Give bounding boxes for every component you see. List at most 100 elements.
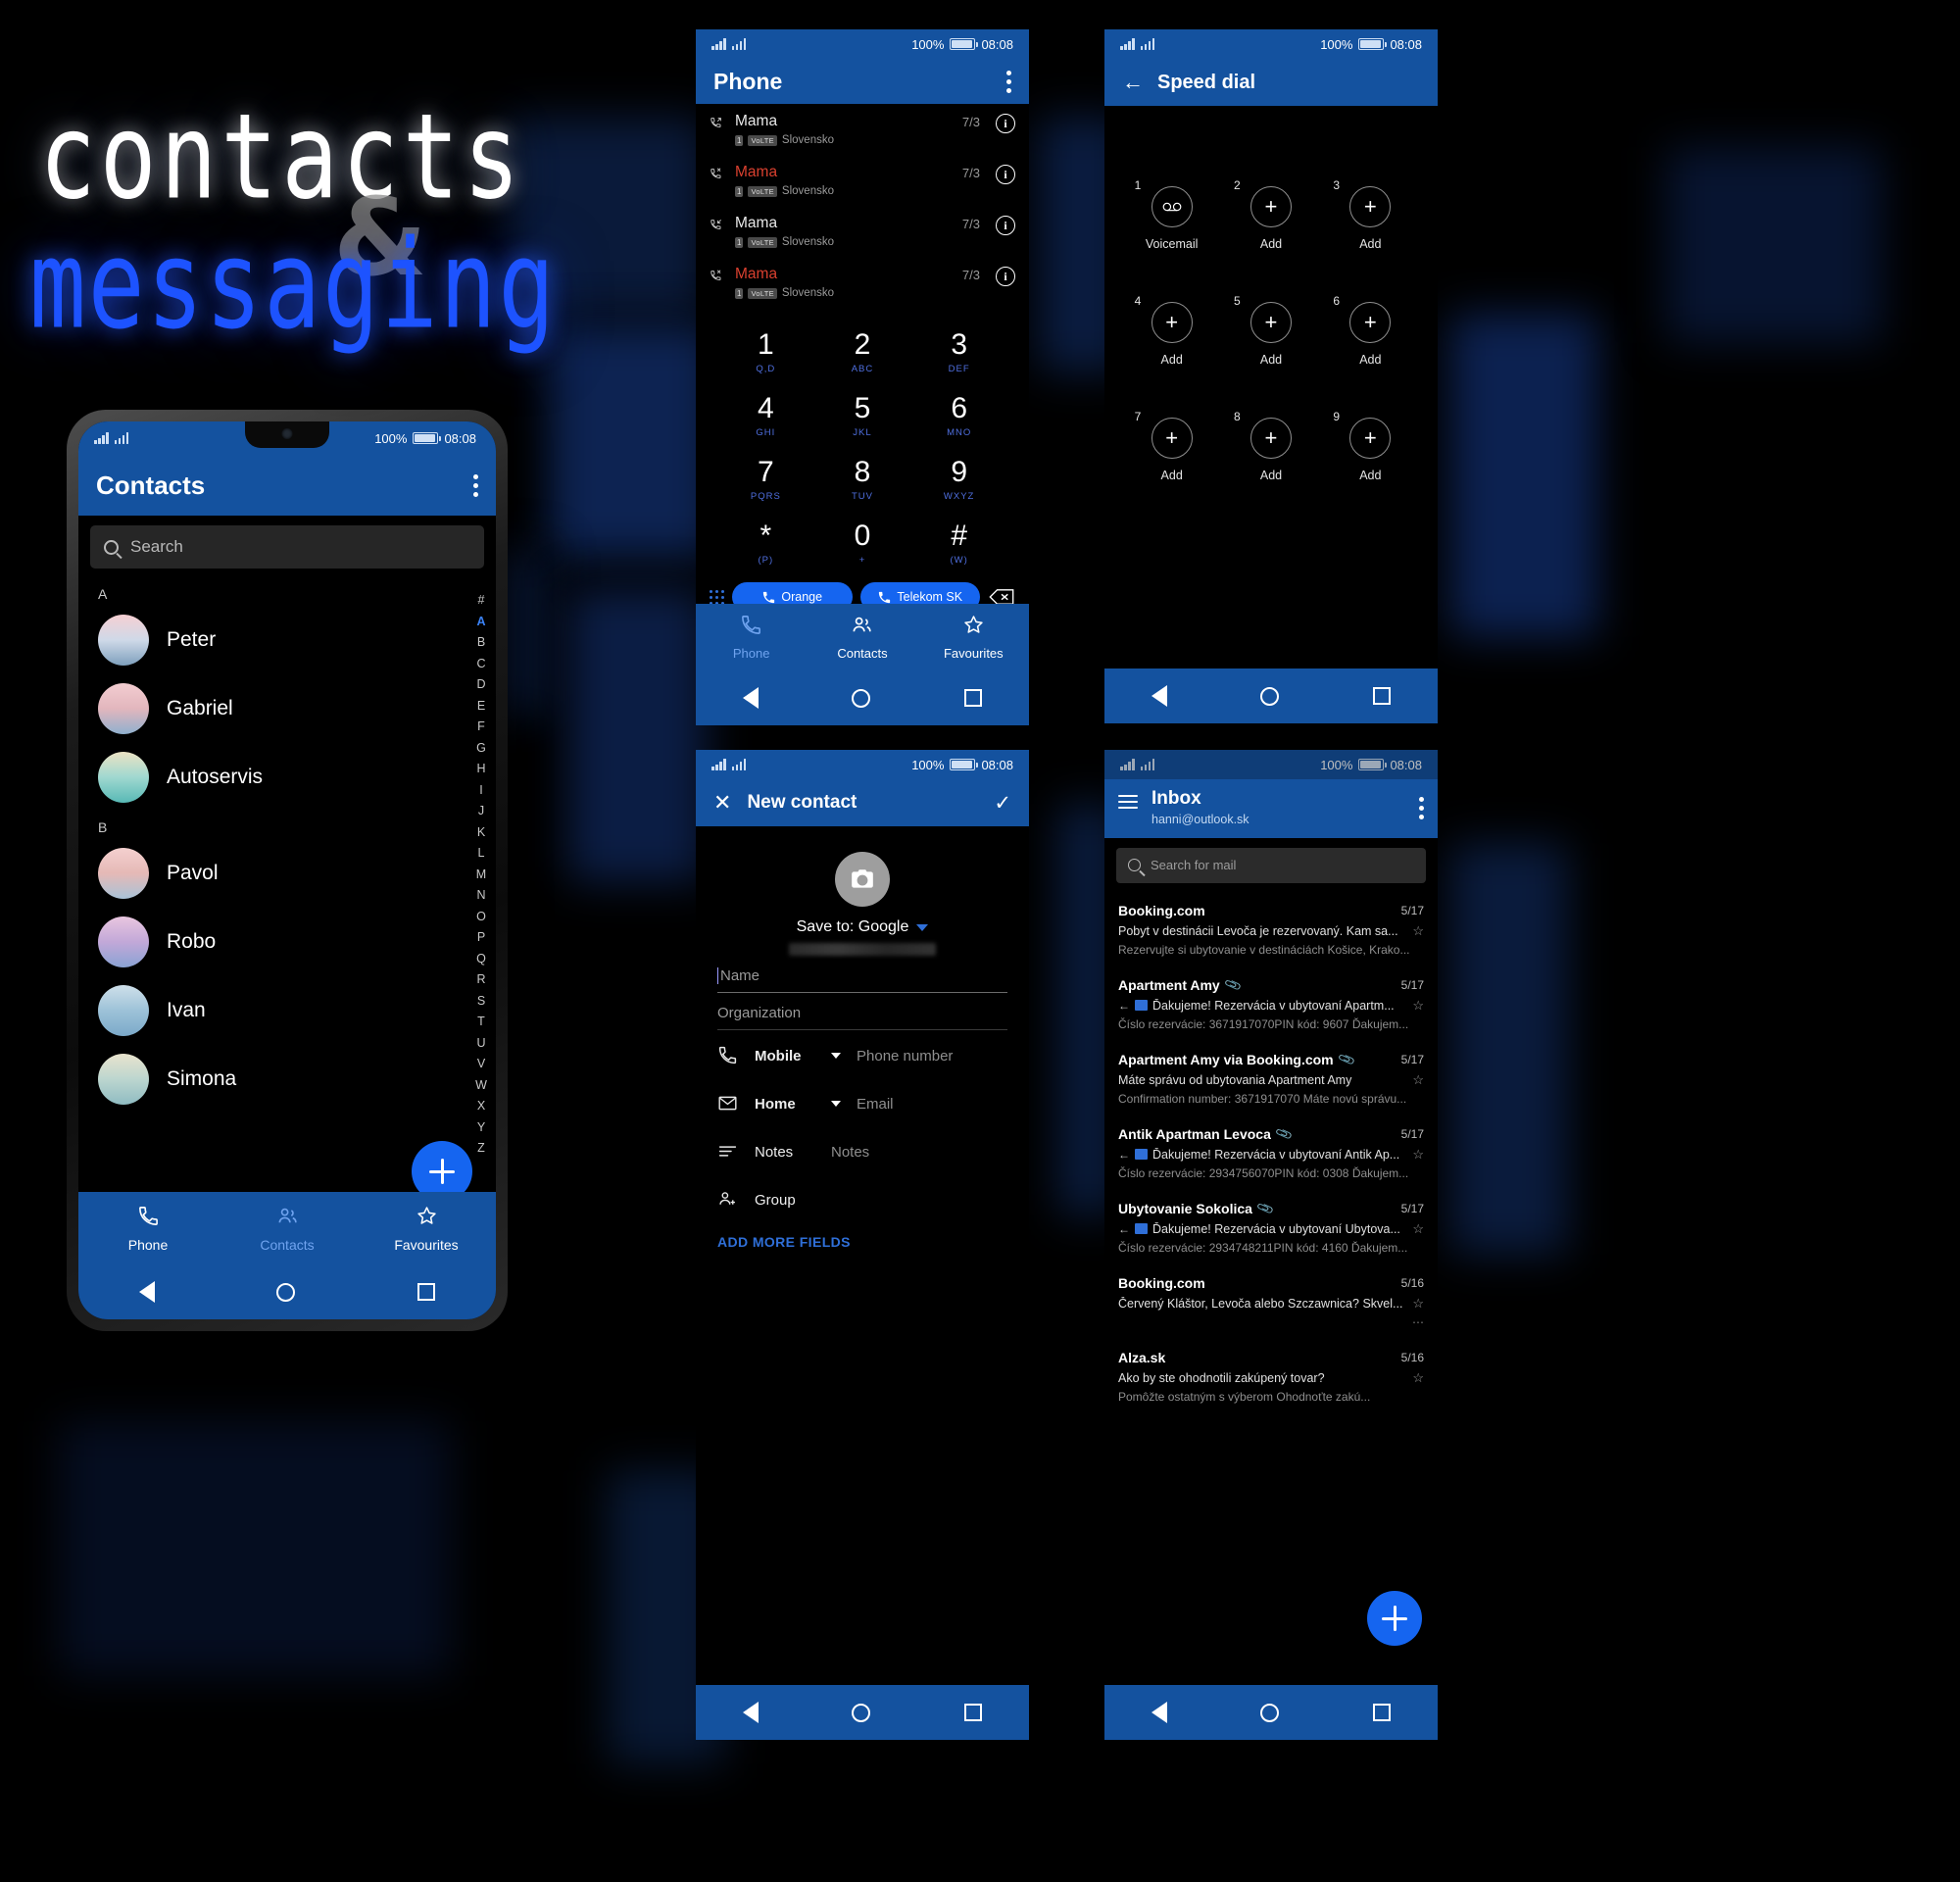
system-navigation-bar[interactable] [1104,1685,1438,1740]
plus-icon[interactable]: + [1349,186,1392,227]
alpha-index-C[interactable]: C [476,654,485,675]
plus-icon[interactable]: + [1151,418,1193,459]
system-navigation-bar[interactable] [1104,669,1438,723]
tab-phone[interactable]: Phone [78,1205,218,1253]
alpha-index-X[interactable]: X [477,1096,485,1117]
alpha-index-G[interactable]: G [476,738,486,760]
alpha-index-M[interactable]: M [476,865,486,886]
call-details-icon[interactable]: i [996,114,1015,133]
mail-search-input[interactable]: Search for mail [1116,847,1426,883]
contact-list-item[interactable]: Gabriel [78,674,496,743]
dial-key-8[interactable]: 8 TUV [814,447,911,511]
dial-key-9[interactable]: 9 WXYZ [910,447,1007,511]
star-icon[interactable]: ☆ [1412,998,1424,1014]
tab-contacts[interactable]: Contacts [807,614,917,661]
field-type-label[interactable]: Notes [755,1144,815,1161]
field-placeholder[interactable]: Notes [831,1144,869,1161]
plus-icon[interactable]: + [1250,186,1292,227]
tab-phone[interactable]: Phone [696,614,807,661]
call-log-item[interactable]: Mama 1 VoLTE Slovensko 7/3 i [696,155,1029,206]
call-details-icon[interactable]: i [996,267,1015,286]
speed-dial-slot-9[interactable]: 9 + Add [1321,410,1420,482]
compose-mail-fab[interactable] [1367,1591,1422,1646]
speed-dial-slot-3[interactable]: 3 + Add [1321,178,1420,251]
contact-list-item[interactable]: Robo [78,908,496,976]
mail-list-item[interactable]: Antik Apartman Levoca 📎 5/17 ← Ďakujeme! Rez… [1104,1116,1438,1191]
nav-home-icon[interactable] [276,1282,296,1302]
mail-list-item[interactable]: Booking.com 5/17 Pobyt v destinácii Levoča… [1104,893,1438,967]
nav-home-icon[interactable] [852,688,871,708]
star-icon[interactable]: ☆ [1412,923,1424,939]
system-navigation-bar[interactable] [696,670,1029,725]
search-input[interactable]: Search [90,525,484,569]
alpha-index-F[interactable]: F [477,717,485,738]
alpha-index-Z[interactable]: Z [477,1138,485,1160]
alpha-index-R[interactable]: R [476,969,485,991]
dial-key-#[interactable]: # (W) [910,511,1007,574]
alpha-index-Q[interactable]: Q [476,949,486,970]
speed-dial-grid[interactable]: 1 Voicemail 2 + Add 3 + Add 4 + Add 5 + Add 6 + Add 7 + Add… [1104,106,1438,482]
star-icon[interactable]: ☆ [1412,1072,1424,1088]
plus-icon[interactable]: + [1349,302,1392,343]
name-field[interactable]: Name [717,956,1007,993]
alpha-index-T[interactable]: T [477,1012,485,1033]
voicemail-icon[interactable] [1151,186,1193,227]
dial-key-5[interactable]: 5 JKL [814,383,911,447]
nav-recents-icon[interactable] [964,1704,983,1721]
nav-back-icon[interactable] [1151,685,1167,707]
alphabet-index[interactable]: # A B C D E F G H I J K L M N O P Q R S T U V W X Y Z [470,590,492,1160]
alpha-index-K[interactable]: K [477,822,485,844]
plus-icon[interactable]: + [1250,302,1292,343]
dialpad[interactable]: 1 Q,D 2 ABC 3 DEF 4 GHI 5 JKL 6 MNO 7 PQRS 8 TUV 9 WXYZ * (… [696,308,1029,578]
save-check-icon[interactable]: ✓ [994,791,1011,816]
speed-dial-slot-6[interactable]: 6 + Add [1321,294,1420,367]
field-type-label[interactable]: Mobile [755,1048,815,1065]
nav-recents-icon[interactable] [1373,687,1392,705]
contact-photo-picker[interactable] [835,852,890,907]
call-log-list[interactable]: Mama 1 VoLTE Slovensko 7/3 i Mama 1 VoLTE Slovens… [696,104,1029,308]
alpha-index-E[interactable]: E [477,696,485,718]
speed-dial-slot-2[interactable]: 2 + Add [1221,178,1320,251]
system-navigation-bar[interactable] [696,1685,1029,1740]
field-type-label[interactable]: Home [755,1096,815,1113]
mail-list-item[interactable]: Apartment Amy via Booking.com 📎 5/17 Máte s… [1104,1042,1438,1116]
dial-key-4[interactable]: 4 GHI [717,383,814,447]
alpha-index-A[interactable]: A [476,612,485,633]
dial-key-*[interactable]: * (P) [717,511,814,574]
star-icon[interactable]: ☆ [1412,1296,1424,1312]
nav-recents-icon[interactable] [964,689,983,707]
alpha-index-U[interactable]: U [476,1033,485,1055]
new-contact-row-mobile[interactable]: Mobile Phone number [717,1030,1007,1078]
speed-dial-slot-5[interactable]: 5 + Add [1221,294,1320,367]
plus-icon[interactable]: + [1151,302,1193,343]
dialpad-toggle-icon[interactable] [710,589,724,605]
alpha-index-P[interactable]: P [477,927,485,949]
nav-recents-icon[interactable] [416,1283,435,1301]
dial-key-1[interactable]: 1 Q,D [717,320,814,383]
call-details-icon[interactable]: i [996,216,1015,235]
dial-key-2[interactable]: 2 ABC [814,320,911,383]
call-log-item[interactable]: Mama 1 VoLTE Slovensko 7/3 i [696,206,1029,257]
alpha-index-I[interactable]: I [479,780,482,802]
dial-key-7[interactable]: 7 PQRS [717,447,814,511]
tab-contacts[interactable]: Contacts [218,1205,357,1253]
field-placeholder[interactable]: Phone number [857,1048,953,1065]
overflow-menu-icon[interactable] [1418,797,1424,819]
alpha-index-L[interactable]: L [478,843,485,865]
dial-key-3[interactable]: 3 DEF [910,320,1007,383]
mail-list-item[interactable]: Booking.com 5/16 Červený Kláštor, Levoča a… [1104,1265,1438,1340]
alpha-index-V[interactable]: V [477,1054,485,1075]
field-type-label[interactable]: Group [755,1192,815,1209]
alpha-index-O[interactable]: O [476,907,486,928]
alpha-index-N[interactable]: N [476,885,485,907]
overflow-menu-icon[interactable] [472,473,478,497]
bottom-tab-bar[interactable]: Phone Contacts Favourites [696,604,1029,670]
organization-field[interactable]: Organization [717,993,1007,1030]
contact-list-item[interactable]: Peter [78,606,496,674]
overflow-menu-icon[interactable] [1005,70,1011,93]
nav-back-icon[interactable] [1151,1702,1167,1723]
hamburger-menu-icon[interactable] [1118,795,1138,809]
call-log-item[interactable]: Mama 1 VoLTE Slovensko 7/3 i [696,257,1029,308]
field-placeholder[interactable]: Email [857,1096,894,1113]
tab-favourites[interactable]: Favourites [918,614,1029,661]
